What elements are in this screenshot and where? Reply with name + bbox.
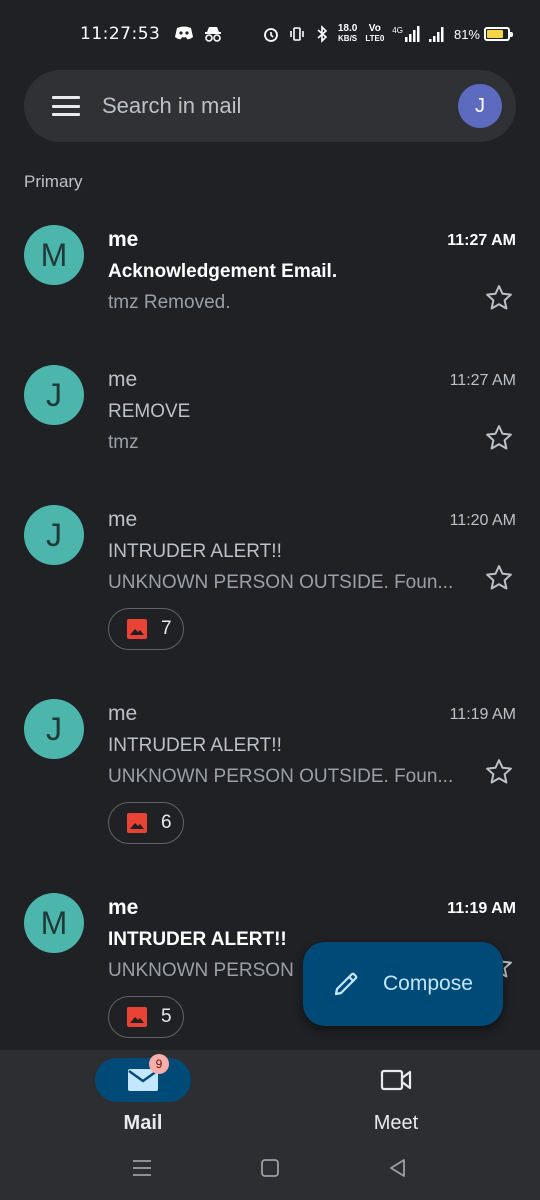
- signal-icon: [428, 27, 444, 42]
- email-subject: REMOVE: [108, 401, 191, 422]
- star-icon[interactable]: [484, 423, 514, 453]
- email-snippet: tmz: [108, 432, 139, 453]
- signal-icon: 4G: [392, 26, 420, 42]
- email-time: 11:20 AM: [449, 512, 516, 529]
- email-sender: me: [108, 368, 138, 391]
- alarm-icon: [263, 28, 278, 42]
- attachment-chip[interactable]: 7: [108, 608, 184, 650]
- sender-avatar[interactable]: M: [24, 225, 84, 285]
- sender-avatar[interactable]: M: [24, 893, 84, 953]
- email-time: 11:27 AM: [447, 232, 516, 249]
- unread-badge: 9: [149, 1054, 169, 1074]
- star-icon[interactable]: [484, 563, 514, 593]
- volte-indicator: Vo LTE0: [365, 23, 385, 44]
- battery-icon: [484, 27, 513, 41]
- nav-meet-label: Meet: [373, 1112, 419, 1134]
- image-icon: [127, 619, 147, 639]
- email-time: 11:19 AM: [447, 900, 516, 917]
- image-icon: [127, 813, 147, 833]
- status-bar: 11:27:53 18.0 KB/S Vo LTE0 4G 81%: [0, 0, 540, 68]
- email-subject: INTRUDER ALERT!!: [108, 541, 282, 562]
- sender-avatar[interactable]: J: [24, 505, 84, 565]
- section-label-primary: Primary: [24, 172, 83, 191]
- sender-avatar[interactable]: J: [24, 365, 84, 425]
- system-navigation: [0, 1140, 540, 1200]
- email-subject: INTRUDER ALERT!!: [108, 929, 287, 950]
- email-snippet: UNKNOWN PERSON OUTSIDE. Foun...: [108, 766, 454, 787]
- nav-mail-label: Mail: [123, 1112, 163, 1134]
- search-input[interactable]: Search in mail: [102, 93, 458, 119]
- compose-button[interactable]: Compose: [303, 942, 503, 1026]
- bottom-navigation: 9 Mail Meet: [0, 1050, 540, 1140]
- star-icon[interactable]: [484, 757, 514, 787]
- email-sender: me: [108, 228, 139, 251]
- menu-icon[interactable]: [52, 96, 80, 116]
- email-snippet: tmz Removed.: [108, 292, 231, 313]
- discord-icon: [175, 26, 194, 40]
- compose-label: Compose: [383, 972, 473, 995]
- attachment-count: 7: [161, 618, 172, 639]
- email-sender: me: [108, 508, 138, 531]
- attachment-chip[interactable]: 6: [108, 802, 184, 844]
- battery-indicator: 81%: [454, 27, 513, 42]
- attachment-count: 5: [161, 1006, 172, 1027]
- status-time: 11:27:53: [80, 24, 161, 44]
- bluetooth-icon: [317, 25, 328, 43]
- search-bar[interactable]: Search in mail J: [24, 70, 516, 142]
- email-subject: Acknowledgement Email.: [108, 261, 338, 282]
- nav-mail[interactable]: 9 Mail: [73, 1054, 213, 1135]
- video-camera-icon: [380, 1069, 412, 1091]
- star-icon[interactable]: [484, 283, 514, 313]
- sender-avatar[interactable]: J: [24, 699, 84, 759]
- net-speed: 18.0 KB/S: [337, 23, 358, 44]
- email-snippet: UNKNOWN PERSON OUTSIDE. Foun...: [108, 572, 454, 593]
- home-icon[interactable]: [258, 1156, 282, 1180]
- vibrate-icon: [290, 27, 304, 41]
- back-icon[interactable]: [386, 1156, 410, 1180]
- menu-icon[interactable]: [130, 1156, 154, 1180]
- pencil-icon: [334, 972, 358, 996]
- email-time: 11:27 AM: [449, 372, 516, 389]
- account-avatar[interactable]: J: [458, 84, 502, 128]
- email-time: 11:19 AM: [449, 706, 516, 723]
- image-icon: [127, 1007, 147, 1027]
- email-sender: me: [108, 896, 139, 919]
- email-subject: INTRUDER ALERT!!: [108, 735, 282, 756]
- nav-meet[interactable]: Meet: [326, 1058, 466, 1135]
- email-sender: me: [108, 702, 138, 725]
- attachment-count: 6: [161, 812, 172, 833]
- incognito-icon: [205, 27, 222, 42]
- attachment-chip[interactable]: 5: [108, 996, 184, 1038]
